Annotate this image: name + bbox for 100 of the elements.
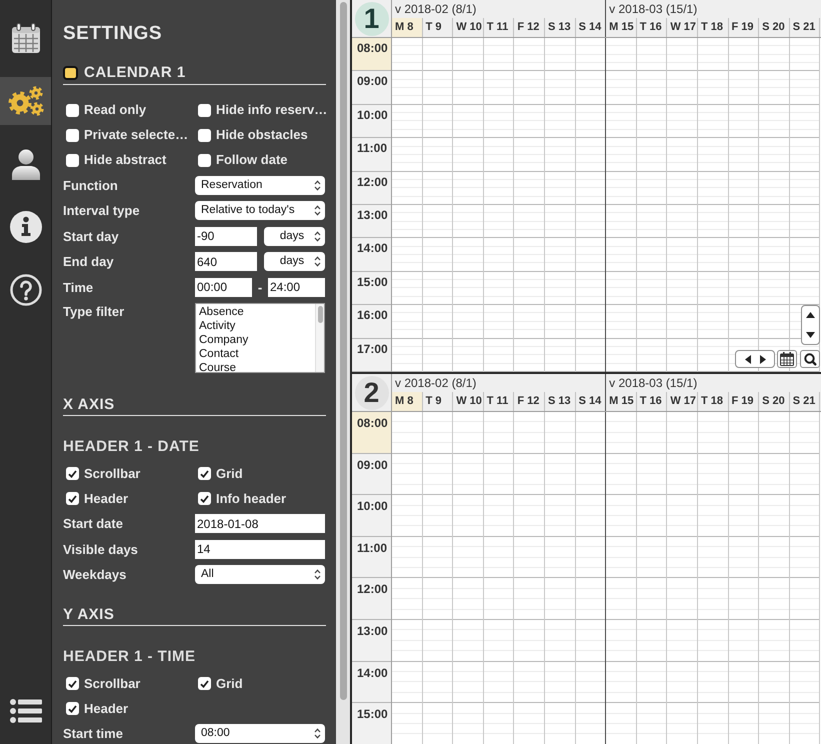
right-arrow-icon <box>760 354 766 364</box>
checkbox[interactable] <box>198 677 211 690</box>
checkbox[interactable] <box>198 128 211 142</box>
field-label: Interval type <box>63 202 141 220</box>
field-label: Start date <box>63 515 124 533</box>
checkbox[interactable] <box>66 154 79 166</box>
calendar-icon <box>780 352 794 366</box>
day-header: M 15 <box>606 392 637 411</box>
day-header: S 21 <box>790 392 820 411</box>
checkbox[interactable] <box>66 702 79 715</box>
checkbox[interactable] <box>66 467 79 480</box>
day-header: M 8 <box>392 392 423 411</box>
scrollbar-thumb[interactable] <box>340 2 347 700</box>
text-field[interactable]: 14 <box>195 540 325 559</box>
up-arrow-icon <box>806 312 815 318</box>
checkmark-icon <box>200 470 209 478</box>
scroll-left-button[interactable] <box>744 354 752 364</box>
chevron-updown-icon <box>314 230 321 242</box>
dropdown[interactable]: All <box>195 565 325 584</box>
time-label: 16:00 <box>352 305 391 339</box>
type-filter-listbox[interactable]: Absence Activity Company Contact Course <box>195 303 325 373</box>
down-arrow-icon <box>806 332 815 338</box>
time-label: 17:00 <box>352 338 391 372</box>
date-picker-button[interactable] <box>777 350 797 368</box>
calendar-number-badge: 2 <box>354 376 388 410</box>
checkbox[interactable] <box>198 154 211 166</box>
day-header: T 16 <box>636 18 668 37</box>
panel-title: SETTINGS <box>63 22 162 46</box>
subsection-heading: HEADER 1 - TIME <box>63 648 196 664</box>
dropdown[interactable]: Relative to today's <box>195 201 325 220</box>
checkbox-label: Scrollbar <box>84 464 140 483</box>
dropdown[interactable]: Reservation <box>195 176 325 195</box>
time-label: 11:00 <box>352 536 391 578</box>
checkbox-label: Grid <box>216 674 243 693</box>
listbox-scrollbar-thumb[interactable] <box>318 306 322 323</box>
checkbox-label: Header <box>84 490 128 508</box>
checkbox[interactable] <box>198 104 211 116</box>
info-icon <box>10 211 42 243</box>
dropdown[interactable]: 08:00 <box>195 724 325 744</box>
scroll-down-button[interactable] <box>805 331 816 339</box>
day-header: S 13 <box>544 392 576 411</box>
day-header: T 18 <box>698 392 729 411</box>
day-header: F 19 <box>728 392 760 411</box>
field-label: Function <box>63 176 119 194</box>
time-label: 14:00 <box>352 238 391 272</box>
calendar-icon <box>10 22 40 54</box>
text-field[interactable]: -90 <box>195 226 257 246</box>
checkbox-label: Grid <box>216 464 243 483</box>
list-option[interactable]: Course <box>198 361 313 372</box>
day-header: F 12 <box>514 392 545 411</box>
day-header: F 12 <box>514 18 545 37</box>
field-label: End day <box>63 253 115 271</box>
day-header: S 14 <box>576 392 606 411</box>
checkbox[interactable] <box>66 128 79 142</box>
list-option[interactable]: Activity <box>198 319 313 333</box>
day-header: W 10 <box>453 18 484 37</box>
time-label: 09:00 <box>352 71 391 105</box>
day-header: S 21 <box>790 18 820 37</box>
text-field[interactable]: 2018-01-08 <box>195 514 325 534</box>
week-label: v 2018-02 (8/1) <box>395 1 476 17</box>
list-option[interactable]: Absence <box>198 305 313 319</box>
time-label: 15:00 <box>352 703 391 744</box>
checkbox[interactable] <box>198 492 211 505</box>
dropdown[interactable]: days <box>264 226 325 246</box>
scroll-right-button[interactable] <box>758 354 766 364</box>
checkmark-icon <box>68 470 77 478</box>
checkbox[interactable] <box>66 677 79 690</box>
field-label: Type filter <box>63 303 126 320</box>
checkbox[interactable] <box>198 467 211 480</box>
nav-rail-button[interactable] <box>0 77 51 125</box>
text-field[interactable]: 00:00 <box>195 278 252 297</box>
left-arrow-icon <box>744 354 750 364</box>
list-option[interactable]: Contact <box>198 347 313 361</box>
day-header: T 9 <box>422 18 454 37</box>
checkmark-icon <box>68 680 77 688</box>
week-label: v 2018-03 (15/1) <box>609 1 698 17</box>
scroll-up-button[interactable] <box>805 311 816 319</box>
checkbox-label: Scrollbar <box>84 674 140 693</box>
checkbox-label: Hide abstract <box>84 151 166 170</box>
text-field[interactable]: 640 <box>195 252 257 272</box>
day-header: T 11 <box>484 18 514 37</box>
checkbox[interactable] <box>66 104 79 116</box>
chevron-updown-icon <box>314 569 321 580</box>
list-option[interactable]: Company <box>198 333 313 347</box>
search-button[interactable] <box>800 350 820 368</box>
time-label: 14:00 <box>352 662 391 704</box>
checkbox-label: Header <box>84 700 128 718</box>
calendar-number-badge: 1 <box>354 2 388 36</box>
chevron-updown-icon <box>314 180 321 191</box>
field-label: Start day <box>63 228 120 246</box>
checkbox[interactable] <box>66 492 79 505</box>
time-label: 09:00 <box>352 454 391 496</box>
checkbox-label: Follow date <box>216 151 288 170</box>
checkmark-icon <box>200 494 209 502</box>
dropdown[interactable]: days <box>264 252 325 272</box>
list-icon <box>10 698 42 724</box>
day-header: M 8 <box>392 18 423 37</box>
text-field[interactable]: 24:00 <box>268 278 325 297</box>
day-header: S 20 <box>759 18 790 37</box>
search-icon <box>804 352 816 366</box>
